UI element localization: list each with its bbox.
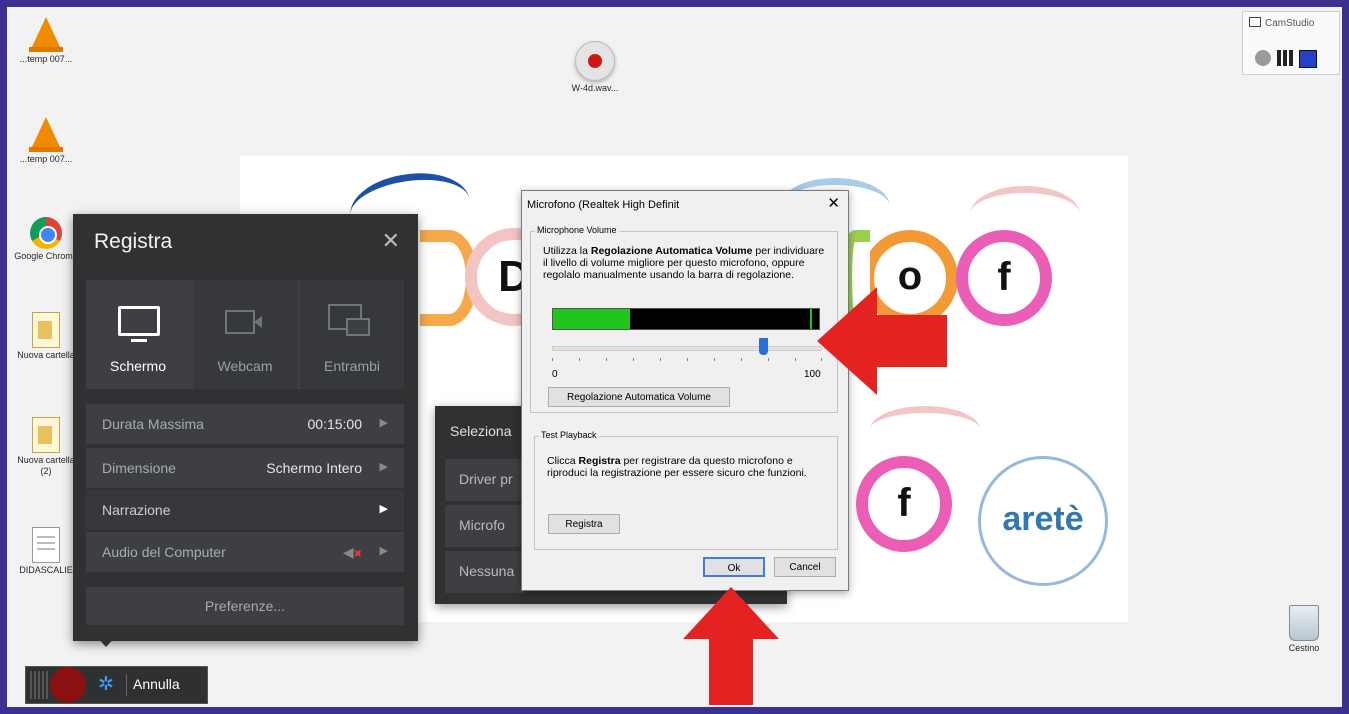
- row-max-duration[interactable]: Durata Massima 00:15:00 ▶: [86, 404, 404, 444]
- row-value: 00:15:00: [307, 416, 363, 432]
- chevron-right-icon: ▶: [379, 503, 388, 515]
- vlc-cone-icon: [32, 117, 60, 147]
- row-label: Narrazione: [102, 502, 171, 518]
- drag-handle[interactable]: [30, 671, 48, 699]
- row-dimension[interactable]: Dimensione Schermo Intero ▶: [86, 448, 404, 488]
- ok-button[interactable]: Ok: [703, 557, 765, 577]
- slide-ring-letter-f2: f: [856, 456, 952, 552]
- swoosh-decoration: [870, 406, 980, 453]
- desktop-icon-folder-2[interactable]: Nuova cartella (2): [11, 417, 81, 477]
- chevron-right-icon: ▶: [379, 461, 388, 473]
- row-value: Schermo Intero: [266, 460, 362, 476]
- record-button[interactable]: [50, 667, 86, 703]
- vlc-cone-icon: [32, 17, 60, 47]
- desktop-icon-vlc-1[interactable]: ...temp 007...: [11, 17, 81, 65]
- desktop-icon-label: ...temp 007...: [19, 54, 73, 64]
- recorder-toolbar: ✲ Annulla: [25, 666, 208, 704]
- speaker-muted-icon: ◀✖: [342, 544, 362, 560]
- submenu-item-driver[interactable]: Driver pr: [445, 459, 525, 501]
- cancel-button[interactable]: Cancel: [774, 557, 836, 577]
- camstudio-toolbar[interactable]: CamStudio: [1242, 11, 1340, 75]
- document-icon: [32, 527, 60, 563]
- submenu-header: Seleziona: [450, 423, 512, 439]
- window-icon: [1249, 17, 1261, 27]
- slide-ring-letter-f: f: [956, 230, 1052, 326]
- auto-volume-button[interactable]: Regolazione Automatica Volume: [548, 387, 730, 407]
- desktop-icon-label: W-4d.wav...: [571, 83, 619, 93]
- row-narration[interactable]: Narrazione ▶: [86, 490, 404, 530]
- desktop-icon-chrome[interactable]: Google Chrome: [11, 217, 81, 262]
- preferences-button[interactable]: Preferenze...: [86, 587, 404, 625]
- screen-frame: ...temp 007... ...temp 007... Google Chr…: [0, 0, 1349, 714]
- mode-label: Schermo: [109, 358, 167, 374]
- desktop-icon-label: Google Chrome: [14, 251, 78, 261]
- chrome-icon: [30, 217, 62, 249]
- mode-webcam-button[interactable]: Webcam: [193, 280, 297, 389]
- volume-slider[interactable]: [552, 334, 822, 362]
- mode-screen-button[interactable]: Schermo: [86, 280, 190, 389]
- chevron-right-icon: ▶: [379, 545, 388, 557]
- record-test-button[interactable]: Registra: [548, 514, 620, 534]
- submenu-item-none[interactable]: Nessuna: [445, 551, 525, 593]
- desktop-icon-label: Nuova cartella: [17, 350, 75, 360]
- desktop-icon-label: Cestino: [1288, 643, 1320, 653]
- desktop-icon-recycle-bin[interactable]: Cestino: [1269, 605, 1339, 654]
- slider-min-label: 0: [552, 369, 558, 380]
- row-label: Durata Massima: [102, 416, 204, 432]
- desktop-icon-label: ...temp 007...: [19, 154, 73, 164]
- row-label: Audio del Computer: [102, 544, 226, 560]
- playback-description: Clicca Registra per registrare da questo…: [547, 455, 807, 479]
- desktop-icon-folder-1[interactable]: Nuova cartella: [11, 312, 81, 361]
- folder-icon: [32, 312, 60, 348]
- record-circle-button[interactable]: [1255, 50, 1271, 66]
- mode-both-button[interactable]: Entrambi: [300, 280, 404, 389]
- meter-fill: [553, 309, 631, 329]
- mode-label: Entrambi: [323, 358, 381, 374]
- red-arrow-left-icon: [817, 287, 947, 395]
- row-label: Dimensione: [102, 460, 176, 476]
- chevron-right-icon: ▶: [379, 417, 388, 429]
- dialog-title: Microfono (Realtek High Definit: [527, 199, 680, 211]
- panel-title: Registra: [94, 230, 173, 253]
- mode-label: Webcam: [217, 358, 273, 374]
- arete-logo: aretè: [978, 456, 1108, 586]
- desktop-icon-document[interactable]: DIDASCALIE: [11, 527, 81, 576]
- monitor-icon: [118, 306, 160, 342]
- group-label: Microphone Volume: [535, 225, 619, 235]
- desktop-icon-recording[interactable]: W-4d.wav...: [560, 41, 630, 94]
- panel-pointer: [95, 635, 117, 647]
- group-label: Test Playback: [539, 430, 599, 440]
- close-icon[interactable]: ✕: [382, 228, 400, 254]
- folder-icon: [32, 417, 60, 453]
- camstudio-title: CamStudio: [1249, 17, 1314, 29]
- row-computer-audio[interactable]: Audio del Computer ◀✖ ▶: [86, 532, 404, 572]
- volume-description: Utilizza la Regolazione Automatica Volum…: [543, 245, 825, 281]
- webcam-icon: [225, 310, 262, 334]
- desktop-icon-vlc-2[interactable]: ...temp 007...: [11, 117, 81, 165]
- desktop: ...temp 007... ...temp 007... Google Chr…: [7, 7, 1342, 707]
- cancel-button[interactable]: Annulla: [133, 676, 180, 692]
- meter-peak-mark: [810, 309, 812, 329]
- gear-icon[interactable]: ✲: [98, 673, 114, 696]
- stop-button[interactable]: [1299, 50, 1317, 68]
- recorder-panel: Registra ✕ Schermo Webcam Entrambi Durat…: [73, 214, 418, 641]
- input-level-meter: [552, 308, 820, 330]
- close-icon[interactable]: ✕: [827, 194, 840, 212]
- record-icon: [575, 41, 615, 81]
- slider-thumb[interactable]: [758, 338, 768, 355]
- desktop-icon-label: Nuova cartella (2): [17, 455, 75, 476]
- recycle-bin-icon: [1289, 605, 1319, 641]
- submenu-item-microphone[interactable]: Microfo: [445, 505, 525, 547]
- pause-button[interactable]: [1277, 50, 1293, 66]
- microphone-dialog: Microfono (Realtek High Definit ✕ Microp…: [521, 190, 849, 591]
- red-arrow-up-icon: [683, 587, 779, 705]
- capture-mode-group: Schermo Webcam Entrambi: [86, 280, 404, 389]
- desktop-icon-label: DIDASCALIE: [19, 565, 73, 575]
